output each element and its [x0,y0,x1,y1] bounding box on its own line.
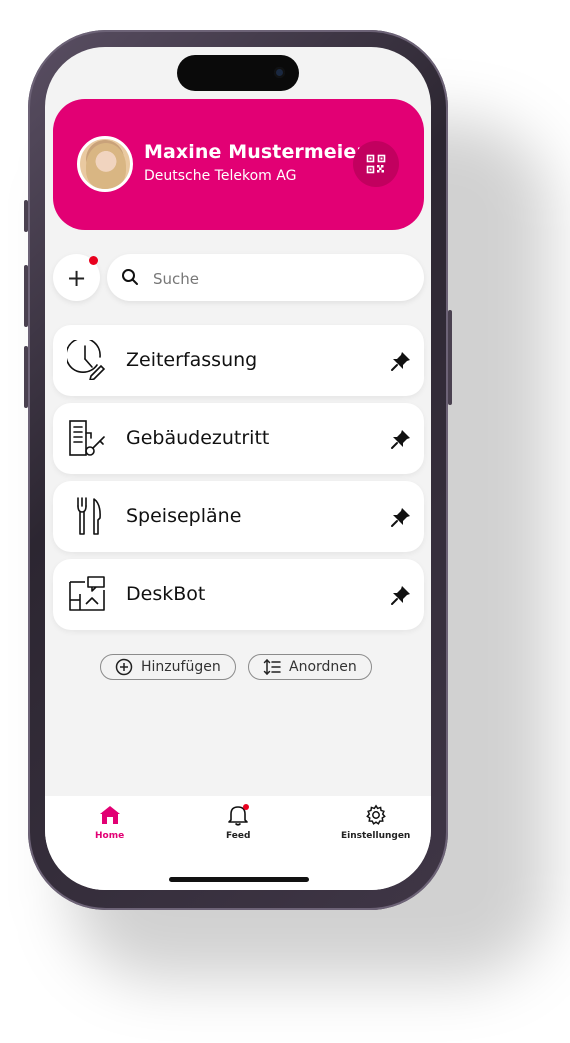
tab-settings-label: Einstellungen [341,831,411,841]
dynamic-island [177,55,299,91]
tab-home-label: Home [95,831,125,841]
qr-code-button[interactable] [353,141,399,187]
pin-icon[interactable] [390,584,412,606]
tile-label: DeskBot [126,583,206,605]
tab-bar: Home Feed Einstellungen [45,796,431,890]
volume-up-button [24,265,28,327]
pin-icon[interactable] [390,428,412,450]
add-button[interactable]: + [53,254,100,301]
search-bar[interactable] [107,254,424,301]
profile-company: Deutsche Telekom AG [144,168,297,184]
arrange-label: Anordnen [289,659,357,675]
arrange-button[interactable]: Anordnen [248,654,372,680]
desk-chat-icon [69,576,105,611]
search-input[interactable] [151,264,405,293]
building-key-icon [69,420,105,456]
home-indicator [169,877,309,882]
pin-icon[interactable] [390,350,412,372]
tab-home[interactable]: Home [95,804,124,841]
profile-card[interactable]: Maxine Mustermeier Deutsche Telekom AG [53,99,424,230]
volume-down-button [24,346,28,408]
power-button [448,310,452,405]
profile-name: Maxine Mustermeier [144,141,366,163]
notification-dot [89,256,98,265]
pin-icon[interactable] [390,506,412,528]
home-icon [99,806,120,824]
camera-icon [274,67,285,78]
bell-icon [228,804,250,826]
tile-zeiterfassung[interactable]: Zeiterfassung [53,325,424,396]
tile-speiseplaene[interactable]: Speisepläne [53,481,424,552]
tile-gebaeudezutritt[interactable]: Gebäudezutritt [53,403,424,474]
gear-icon [365,804,386,825]
app-screen: Maxine Mustermeier Deutsche Telekom AG + [45,47,431,890]
tile-deskbot[interactable]: DeskBot [53,559,424,630]
action-button [24,200,28,232]
tab-feed-label: Feed [226,831,251,841]
tile-label: Speisepläne [126,505,242,527]
search-icon [122,269,138,285]
sort-icon [263,658,281,676]
avatar[interactable] [77,136,133,192]
add-tile-button[interactable]: Hinzufügen [100,654,236,680]
add-tile-label: Hinzufügen [141,659,221,675]
fork-knife-icon [77,497,101,535]
plus-icon: + [66,263,87,292]
tile-label: Gebäudezutritt [126,427,270,449]
tab-settings[interactable]: Einstellungen [341,804,410,841]
tab-feed[interactable]: Feed [226,804,250,841]
qr-code-icon [366,154,386,174]
plus-circle-icon [115,658,133,676]
tile-label: Zeiterfassung [126,349,258,371]
clock-pencil-icon [67,340,106,380]
